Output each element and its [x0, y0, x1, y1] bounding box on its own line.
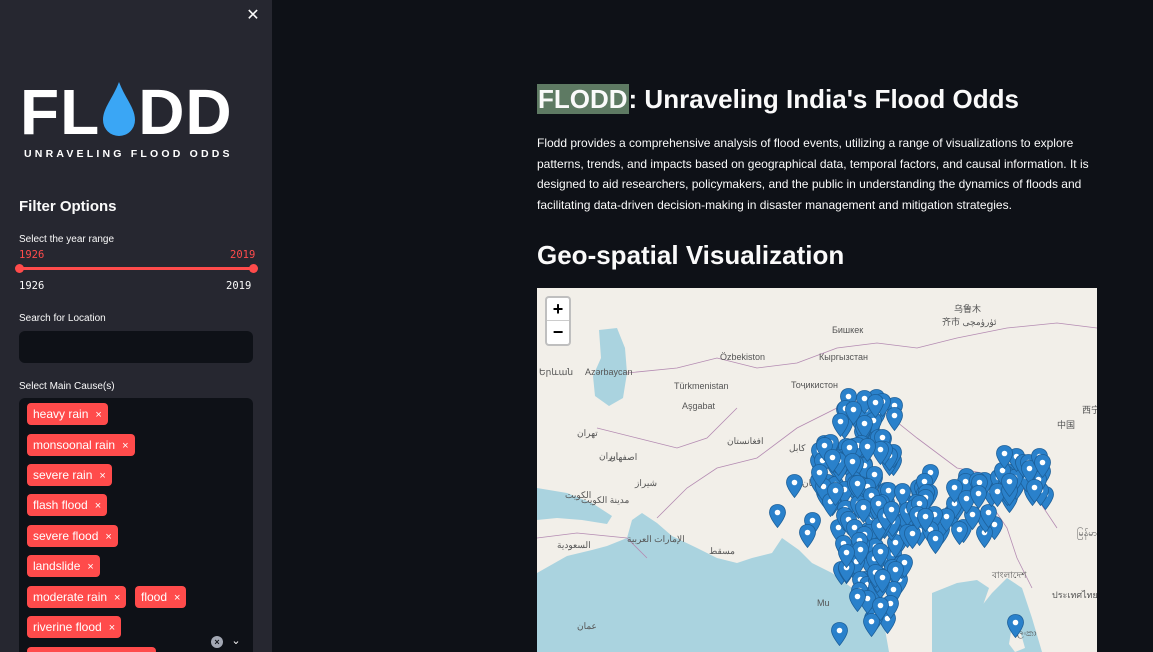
search-location-input[interactable] [19, 331, 253, 363]
year-range-label: Select the year range [19, 234, 115, 245]
map-label: اصفهان [609, 452, 638, 462]
map-label: Երևան [539, 367, 574, 377]
flood-marker-icon[interactable] [799, 524, 816, 548]
map-label: বাংলাদেশ [992, 570, 1027, 580]
flood-marker-icon[interactable] [882, 501, 900, 526]
page-description: Flodd provides a comprehensive analysis … [537, 136, 1089, 212]
zoom-out-button[interactable]: − [547, 321, 569, 344]
map-label: 齐市 ئۈرۈمچی [942, 317, 997, 327]
flood-marker-icon[interactable] [1034, 454, 1051, 478]
map-label: شیراز [635, 478, 658, 488]
map-label: Тоҷикистон [791, 380, 838, 390]
flood-marker-icon[interactable] [970, 485, 988, 510]
remove-tag-icon[interactable]: × [95, 500, 101, 512]
map-label: السعودية [557, 540, 591, 550]
map-label: မြန်မာ [1077, 528, 1097, 538]
flood-marker-icon[interactable] [844, 452, 862, 477]
remove-tag-icon[interactable]: × [87, 561, 93, 573]
map-label: Aşgabat [682, 401, 716, 411]
map-label: ประเทศไทย [1052, 590, 1097, 600]
flood-marker-icon[interactable] [1007, 614, 1024, 638]
remove-tag-icon[interactable]: × [122, 440, 128, 452]
year-range-bound-max: 2019 [226, 280, 252, 292]
map-label: Özbekiston [720, 352, 766, 362]
year-range-max-handle[interactable] [249, 264, 258, 273]
map-label: عمان [577, 621, 597, 631]
cause-tag: flash flood × [27, 494, 108, 516]
flood-marker-icon[interactable] [995, 444, 1013, 469]
cause-tag: severe flood × [27, 525, 118, 547]
water-drop-icon [103, 82, 136, 136]
flood-marker-icon[interactable] [826, 482, 844, 507]
flood-marker-icon[interactable] [867, 394, 884, 418]
flood-marker-icon[interactable] [873, 569, 891, 593]
year-range-selected-min: 1926 [19, 249, 45, 261]
flood-marker-icon[interactable] [786, 474, 803, 498]
remove-tag-icon[interactable]: × [109, 622, 115, 634]
cause-tag: severe rain × [27, 464, 112, 486]
map-label: مسقط [709, 546, 735, 556]
remove-tag-icon[interactable]: × [99, 470, 105, 482]
flood-marker-icon[interactable] [872, 597, 890, 622]
cause-tag: heavy rain × [27, 403, 108, 425]
cause-tag: landslide × [27, 555, 100, 577]
map-label: Бишкек [832, 325, 864, 335]
search-location-label: Search for Location [19, 313, 106, 324]
flood-marker-icon[interactable] [1001, 472, 1018, 497]
main-cause-label: Select Main Cause(s) [19, 381, 115, 392]
year-range-bound-min: 1926 [19, 280, 45, 292]
year-range-selected-max: 2019 [230, 249, 256, 261]
chevron-down-icon[interactable]: ⌄ [230, 634, 242, 648]
flood-marker-icon[interactable] [916, 507, 934, 532]
cause-tag: flood × [135, 586, 187, 608]
remove-tag-icon[interactable]: × [95, 409, 101, 421]
map-label: کابل [789, 443, 806, 453]
zoom-control: + − [545, 296, 571, 346]
map-label: Кыргызстан [819, 352, 868, 362]
year-range-slider-track[interactable] [19, 267, 253, 270]
flood-marker-icon[interactable] [849, 588, 866, 613]
app: ✕ FL DD UNRAVELING FLOOD ODDS Filter Opti… [0, 0, 1153, 652]
cause-tag-partial [27, 647, 156, 652]
remove-tag-icon[interactable]: × [105, 531, 111, 543]
flood-marker-icon[interactable] [837, 543, 855, 568]
map-label: افغانستان [727, 436, 764, 446]
flood-map[interactable]: + − 乌鲁木 齐市 ئۈرۈمچی Бишкек Кыргызстан Özb… [537, 288, 1097, 652]
cause-tag: moderate rain × [27, 586, 127, 608]
map-label: 乌鲁木 [954, 304, 982, 314]
map-label: Azərbaycan [585, 367, 633, 377]
flood-marker-icon[interactable] [844, 400, 862, 425]
flood-marker-icon[interactable] [831, 622, 848, 646]
flood-marker-icon[interactable] [1026, 478, 1044, 503]
year-range-min-handle[interactable] [15, 264, 24, 273]
remove-tag-icon[interactable]: × [114, 592, 120, 604]
geo-spatial-heading: Geo-spatial Visualization [537, 240, 845, 270]
cause-tag: monsoonal rain × [27, 434, 135, 456]
cause-tag: riverine flood × [27, 616, 122, 638]
map-label: الإمارات العربية [627, 534, 685, 544]
flodd-logo: FL DD UNRAVELING FLOOD ODDS [20, 76, 233, 160]
map-label: 西宁 [1082, 405, 1097, 415]
sidebar: ✕ FL DD UNRAVELING FLOOD ODDS Filter Opti… [0, 0, 272, 652]
remove-tag-icon[interactable]: × [174, 592, 180, 604]
map-label: Türkmenistan [674, 381, 729, 391]
map-label: مدينة الكويت [581, 495, 630, 505]
map-label: Mu [817, 598, 830, 608]
filter-options-title: Filter Options [19, 198, 117, 215]
page-title: FLODD: Unraveling India's Flood Odds [537, 84, 1019, 114]
flood-marker-icon[interactable] [848, 475, 866, 500]
map-label: تهران [577, 428, 598, 438]
zoom-in-button[interactable]: + [547, 298, 569, 321]
flood-marker-icon[interactable] [769, 504, 786, 528]
map-label: 中国 [1057, 420, 1076, 430]
close-icon[interactable]: ✕ [245, 8, 261, 24]
main-cause-multiselect[interactable]: heavy rain × monsoonal rain × severe rain ×… [19, 398, 253, 652]
clear-all-icon[interactable]: × [211, 636, 223, 648]
logo-tagline: UNRAVELING FLOOD ODDS [24, 148, 233, 160]
flood-marker-icon[interactable] [927, 529, 944, 554]
